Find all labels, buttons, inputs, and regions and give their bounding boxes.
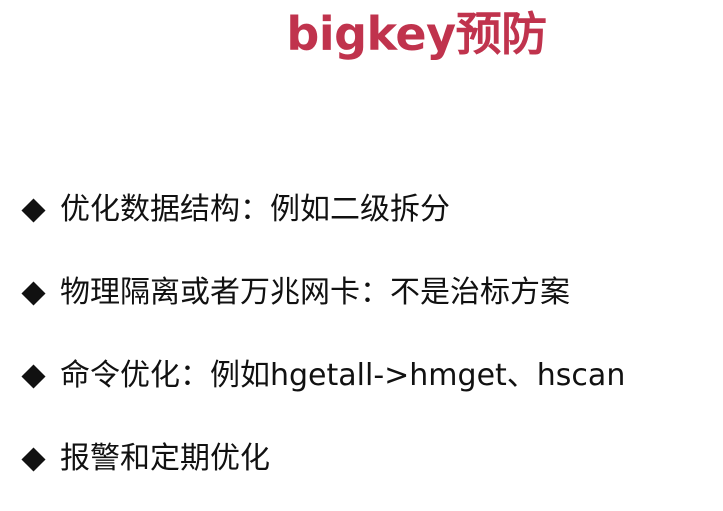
bullet-item: 物理隔离或者万兆网卡：不是治标方案 [20,269,625,317]
slide-title: bigkey预防 [286,7,547,61]
bullet-list: 优化数据结构：例如二级拆分 物理隔离或者万兆网卡：不是治标方案 命令优化：例如h… [20,186,625,483]
bullet-item: 优化数据结构：例如二级拆分 [20,186,625,234]
bullet-item: 命令优化：例如hgetall->hmget、hscan [20,352,625,400]
diamond-bullet-icon [21,446,46,472]
bullet-text: 报警和定期优化 [60,441,270,476]
slide: bigkey预防 优化数据结构：例如二级拆分 物理隔离或者万兆网卡：不是治标方案… [0,0,723,511]
diamond-bullet-icon [21,280,46,306]
bullet-text: 优化数据结构：例如二级拆分 [60,192,450,227]
diamond-bullet-icon [21,197,46,223]
bullet-text: 物理隔离或者万兆网卡：不是治标方案 [60,275,570,310]
diamond-bullet-icon [21,363,46,389]
bullet-item: 报警和定期优化 [20,435,625,483]
bullet-text: 命令优化：例如hgetall->hmget、hscan [60,358,626,393]
